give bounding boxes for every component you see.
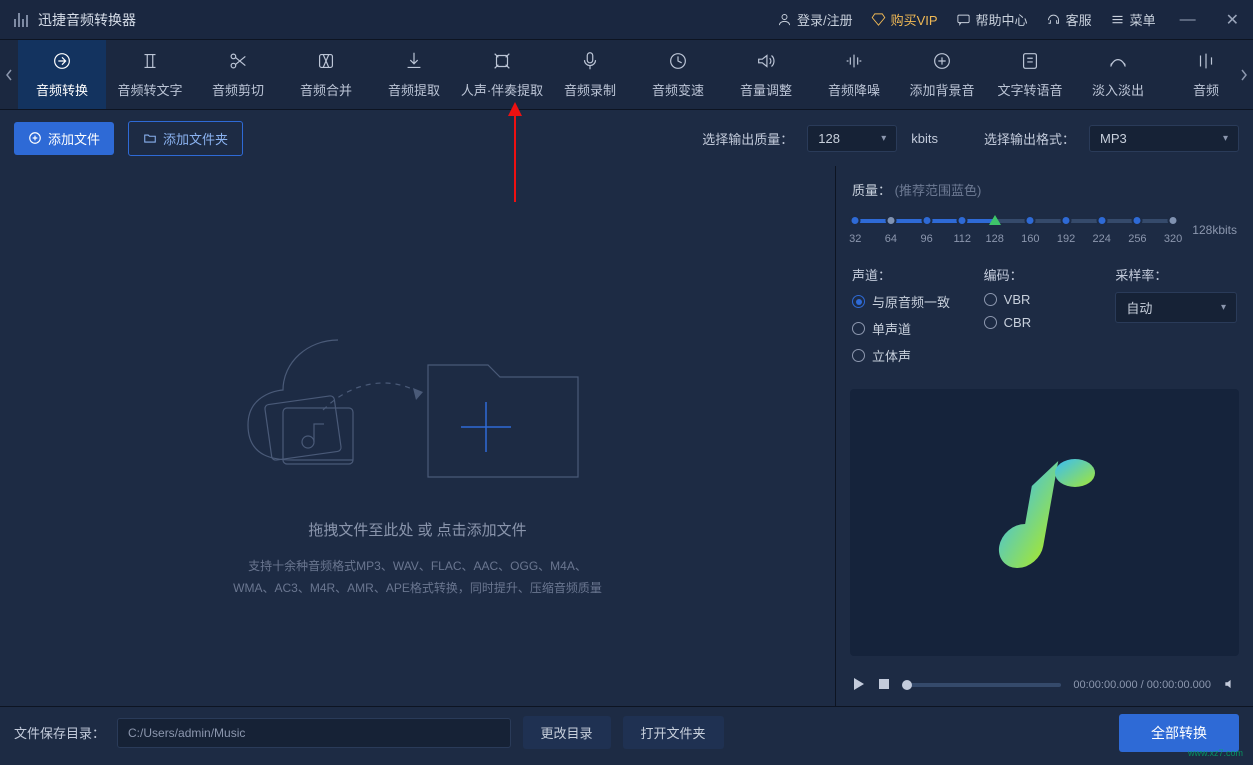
quality-slider[interactable]: 32 64 96 112 128 160 192 224 256 320 xyxy=(852,213,1176,247)
settings-panel: 质量： (推荐范围蓝色) 32 64 96 112 128 160 192 22… xyxy=(835,166,1253,706)
output-quality-select[interactable]: 128▾ xyxy=(807,125,897,152)
quality-display: 128kbits xyxy=(1192,223,1237,237)
login-button[interactable]: 登录/注册 xyxy=(777,10,853,29)
stop-button[interactable] xyxy=(878,678,890,693)
footer: 文件保存目录： C:/Users/admin/Music 更改目录 打开文件夹 … xyxy=(0,706,1253,758)
bgm-icon xyxy=(931,50,953,72)
volume-icon xyxy=(755,50,777,72)
tool-text-to-speech[interactable]: 文字转语音 xyxy=(986,40,1074,110)
diamond-icon xyxy=(871,12,886,27)
chevron-down-icon: ▾ xyxy=(1221,302,1226,313)
preview-area xyxy=(850,389,1239,656)
toolbar-scroll-left[interactable] xyxy=(0,40,18,110)
menu-button[interactable]: 菜单 xyxy=(1110,10,1156,29)
hamburger-icon xyxy=(1110,12,1125,27)
vocal-icon xyxy=(491,50,513,72)
sample-rate-select[interactable]: 自动▾ xyxy=(1115,292,1237,323)
help-button[interactable]: 帮助中心 xyxy=(956,10,1028,29)
tool-noise-reduce[interactable]: 音频降噪 xyxy=(810,40,898,110)
change-dir-button[interactable]: 更改目录 xyxy=(523,716,611,749)
quality-label: 质量： xyxy=(852,183,891,198)
chevron-down-icon: ▾ xyxy=(1223,133,1228,144)
chat-icon xyxy=(956,12,971,27)
channel-opt-mono[interactable]: 单声道 xyxy=(852,319,974,338)
drop-text: 拖拽文件至此处 或 点击添加文件 xyxy=(308,519,526,540)
channel-label: 声道： xyxy=(852,265,974,284)
stop-icon xyxy=(878,678,890,690)
tool-audio-convert[interactable]: 音频转换 xyxy=(18,40,106,110)
player-time: 00:00:00.000 / 00:00:00.000 xyxy=(1073,679,1211,691)
encode-opt-vbr[interactable]: VBR xyxy=(984,292,1106,307)
tool-vocal-extract[interactable]: 人声·伴奏提取 xyxy=(458,40,546,110)
toolbar-scroll-right[interactable] xyxy=(1235,40,1253,110)
add-file-button[interactable]: 添加文件 xyxy=(14,122,114,155)
convert-all-button[interactable]: 全部转换 www.xz7.com xyxy=(1119,714,1239,752)
add-folder-button[interactable]: 添加文件夹 xyxy=(128,121,243,156)
buy-vip-button[interactable]: 购买VIP xyxy=(871,10,938,29)
encode-label: 编码： xyxy=(984,265,1106,284)
folder-icon xyxy=(143,131,157,145)
scissors-icon xyxy=(227,50,249,72)
output-format-select[interactable]: MP3▾ xyxy=(1089,125,1239,152)
tool-audio-cut[interactable]: 音频剪切 xyxy=(194,40,282,110)
music-note-icon xyxy=(985,451,1105,594)
speaker-icon xyxy=(1223,677,1237,691)
tool-audio-record[interactable]: 音频录制 xyxy=(546,40,634,110)
main-area: 拖拽文件至此处 或 点击添加文件 支持十余种音频格式MP3、WAV、FLAC、A… xyxy=(0,166,1253,706)
mic-icon xyxy=(579,50,601,72)
tool-volume-adjust[interactable]: 音量调整 xyxy=(722,40,810,110)
merge-icon xyxy=(315,50,337,72)
titlebar: 迅捷音频转换器 登录/注册 购买VIP 帮助中心 客服 菜单 — ✕ xyxy=(0,0,1253,40)
annotation-arrow xyxy=(505,102,525,205)
options-bar: 添加文件 添加文件夹 选择输出质量： 128▾ kbits 选择输出格式： MP… xyxy=(0,110,1253,166)
play-button[interactable] xyxy=(852,677,866,694)
app-logo-icon xyxy=(14,13,28,27)
speed-icon xyxy=(667,50,689,72)
app-title: 迅捷音频转换器 xyxy=(38,10,136,30)
toolbar: 音频转换 音频转文字 音频剪切 音频合并 音频提取 人声·伴奏提取 音频录制 音… xyxy=(0,40,1253,110)
encode-opt-cbr[interactable]: CBR xyxy=(984,315,1106,330)
drop-formats: 支持十余种音频格式MP3、WAV、FLAC、AAC、OGG、M4A、 WMA、A… xyxy=(233,556,602,599)
tool-audio-extract[interactable]: 音频提取 xyxy=(370,40,458,110)
minimize-button[interactable]: — xyxy=(1174,11,1202,29)
tool-audio-speed[interactable]: 音频变速 xyxy=(634,40,722,110)
save-dir-input[interactable]: C:/Users/admin/Music xyxy=(117,718,510,748)
chevron-left-icon xyxy=(5,69,13,81)
play-icon xyxy=(852,677,866,691)
output-format-label: 选择输出格式： xyxy=(984,129,1075,148)
extract-icon xyxy=(403,50,425,72)
tool-fade[interactable]: 淡入淡出 xyxy=(1074,40,1162,110)
user-icon xyxy=(777,12,792,27)
drop-illustration xyxy=(228,280,608,503)
open-folder-button[interactable]: 打开文件夹 xyxy=(623,716,724,749)
output-quality-unit: kbits xyxy=(911,131,938,146)
quality-recommend: (推荐范围蓝色) xyxy=(895,183,982,198)
drop-zone[interactable]: 拖拽文件至此处 或 点击添加文件 支持十余种音频格式MP3、WAV、FLAC、A… xyxy=(0,166,835,706)
plus-circle-icon xyxy=(28,131,42,145)
player-volume-button[interactable] xyxy=(1223,677,1237,694)
tool-audio-to-text[interactable]: 音频转文字 xyxy=(106,40,194,110)
tool-add-bgm[interactable]: 添加背景音 xyxy=(898,40,986,110)
channel-opt-same[interactable]: 与原音频一致 xyxy=(852,292,974,311)
headset-icon xyxy=(1046,12,1061,27)
close-button[interactable]: ✕ xyxy=(1220,10,1245,30)
watermark-text: www.xz7.com xyxy=(1188,748,1243,758)
bars-icon xyxy=(1195,50,1217,72)
chevron-right-icon xyxy=(1240,69,1248,81)
text-icon xyxy=(139,50,161,72)
fade-icon xyxy=(1107,50,1129,72)
chevron-down-icon: ▾ xyxy=(881,133,886,144)
output-quality-label: 选择输出质量： xyxy=(702,129,793,148)
convert-icon xyxy=(51,50,73,72)
sample-label: 采样率： xyxy=(1115,265,1237,284)
tool-audio-merge[interactable]: 音频合并 xyxy=(282,40,370,110)
noise-icon xyxy=(843,50,865,72)
save-dir-label: 文件保存目录： xyxy=(14,723,105,742)
channel-opt-stereo[interactable]: 立体声 xyxy=(852,346,974,365)
tts-icon xyxy=(1019,50,1041,72)
progress-track[interactable] xyxy=(902,683,1061,687)
support-button[interactable]: 客服 xyxy=(1046,10,1092,29)
audio-player: 00:00:00.000 / 00:00:00.000 xyxy=(836,666,1253,706)
